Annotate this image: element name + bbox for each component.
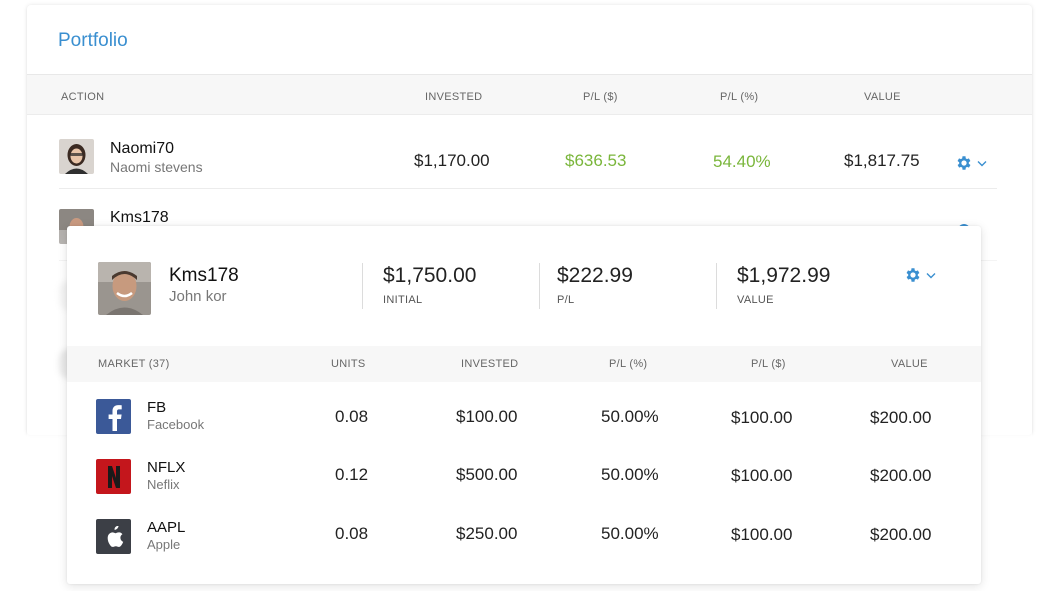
portfolio-column-header: ACTION INVESTED P/L ($) P/L (%) VALUE bbox=[27, 75, 1032, 115]
col-value: VALUE bbox=[891, 358, 928, 370]
chevron-down-icon[interactable] bbox=[926, 272, 936, 279]
col-pl-usd: P/L ($) bbox=[583, 91, 618, 103]
portfolio-title: Portfolio bbox=[58, 30, 128, 51]
pl-pct-value: 50.00% bbox=[601, 524, 659, 543]
detail-username: Kms178 bbox=[169, 265, 239, 286]
username: Kms178 bbox=[110, 209, 169, 226]
user-full-name: Naomi stevens bbox=[110, 159, 203, 175]
value-amount: $200.00 bbox=[870, 466, 932, 485]
detail-settings-menu[interactable] bbox=[904, 266, 936, 284]
col-pl-pct: P/L (%) bbox=[609, 358, 648, 370]
market-name: Facebook bbox=[147, 417, 205, 432]
col-invested: INVESTED bbox=[461, 358, 519, 370]
units-value: 0.08 bbox=[335, 407, 369, 426]
value-amount: $200.00 bbox=[870, 525, 932, 544]
value-amount: $200.00 bbox=[870, 408, 932, 427]
pl-usd-value: $636.53 bbox=[565, 151, 627, 170]
units-value: 0.08 bbox=[335, 524, 369, 543]
col-units: UNITS bbox=[331, 358, 366, 370]
row-settings-menu[interactable] bbox=[955, 154, 987, 172]
detail-full-name: John kor bbox=[169, 288, 227, 305]
col-pl-usd: P/L ($) bbox=[751, 358, 786, 370]
avatar bbox=[98, 262, 151, 315]
market-name: Neflix bbox=[147, 477, 180, 492]
value-amount: $1,817.75 bbox=[844, 151, 920, 170]
market-row-fb[interactable]: FB Facebook 0.08 $100.00 50.00% $100.00 … bbox=[67, 399, 981, 455]
portfolio-header: Portfolio bbox=[27, 5, 1032, 75]
apple-icon bbox=[96, 519, 131, 554]
divider bbox=[539, 263, 540, 309]
market-row-aapl[interactable]: AAPL Apple 0.08 $250.00 50.00% $100.00 $… bbox=[67, 519, 981, 575]
pl-pct-value: 50.00% bbox=[601, 407, 659, 426]
market-symbol: FB bbox=[147, 399, 167, 416]
pl-usd-value: $100.00 bbox=[731, 525, 793, 544]
invested-value: $100.00 bbox=[456, 407, 518, 426]
invested-value: $250.00 bbox=[456, 524, 518, 543]
col-market: MARKET (37) bbox=[98, 358, 170, 370]
market-name: Apple bbox=[147, 537, 181, 552]
units-value: 0.12 bbox=[335, 465, 369, 484]
facebook-icon bbox=[96, 399, 131, 434]
chevron-down-icon[interactable] bbox=[977, 160, 987, 167]
avatar bbox=[59, 139, 94, 174]
investor-detail-card: Kms178 John kor $1,750.00 INITIAL $222.9… bbox=[67, 226, 981, 584]
gear-icon[interactable] bbox=[904, 266, 922, 284]
pl-pct-value: 54.40% bbox=[713, 152, 771, 171]
initial-amount: $1,750.00 bbox=[383, 264, 477, 287]
username: Naomi70 bbox=[110, 140, 175, 157]
invested-value: $500.00 bbox=[456, 465, 518, 484]
pl-amount: $222.99 bbox=[557, 264, 633, 287]
gear-icon[interactable] bbox=[955, 154, 973, 172]
pl-usd-value: $100.00 bbox=[731, 408, 793, 427]
market-column-header: MARKET (37) UNITS INVESTED P/L (%) P/L (… bbox=[67, 346, 981, 382]
col-action: ACTION bbox=[61, 91, 105, 103]
col-value: VALUE bbox=[864, 91, 901, 103]
netflix-icon bbox=[96, 459, 131, 494]
initial-label: INITIAL bbox=[383, 294, 423, 306]
market-row-nflx[interactable]: NFLX Neflix 0.12 $500.00 50.00% $100.00 … bbox=[67, 459, 981, 515]
divider bbox=[362, 263, 363, 309]
invested-value: $1,170.00 bbox=[414, 151, 490, 170]
market-symbol: AAPL bbox=[147, 519, 186, 536]
table-row[interactable]: Naomi70 Naomi stevens $1,170.00 $636.53 … bbox=[59, 117, 997, 189]
market-symbol: NFLX bbox=[147, 459, 186, 476]
pl-usd-value: $100.00 bbox=[731, 466, 793, 485]
pl-label: P/L bbox=[557, 294, 575, 306]
col-invested: INVESTED bbox=[425, 91, 483, 103]
value-label: VALUE bbox=[737, 294, 774, 306]
pl-pct-value: 50.00% bbox=[601, 465, 659, 484]
col-pl-pct: P/L (%) bbox=[720, 91, 759, 103]
value-amount: $1,972.99 bbox=[737, 264, 831, 287]
divider bbox=[716, 263, 717, 309]
